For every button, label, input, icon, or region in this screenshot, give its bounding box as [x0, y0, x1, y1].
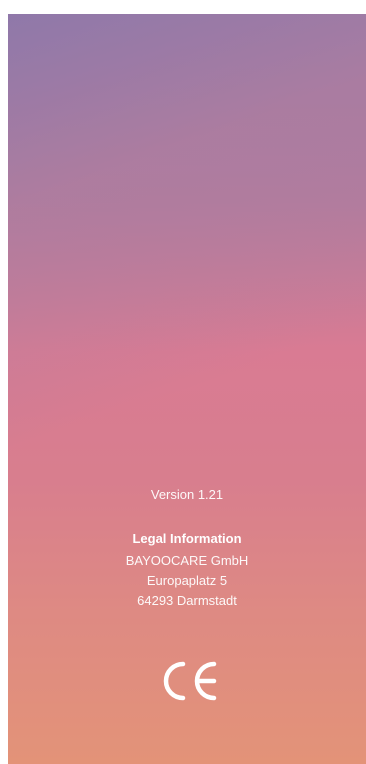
app-info: Version 1.21 Legal Information BAYOOCARE…	[8, 486, 366, 611]
legal-information-heading: Legal Information	[132, 531, 242, 546]
ce-mark-icon	[163, 661, 217, 701]
company-name: BAYOOCARE GmbH	[125, 553, 249, 568]
version-label: Version 1.21	[150, 487, 224, 502]
company-street: Europaplatz 5	[146, 573, 228, 588]
about-screen: Version 1.21 Legal Information BAYOOCARE…	[8, 14, 366, 764]
company-city: 64293 Darmstadt	[137, 593, 237, 608]
